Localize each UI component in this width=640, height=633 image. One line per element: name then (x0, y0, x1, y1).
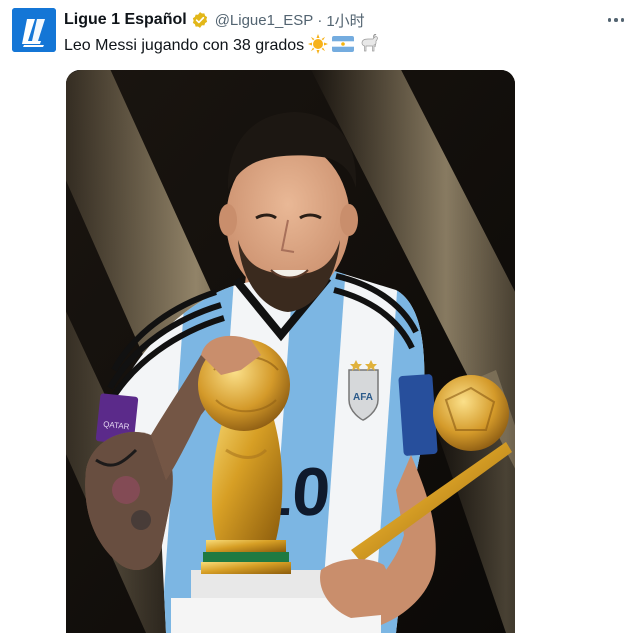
handle[interactable]: @Ligue1_ESP (215, 12, 314, 29)
argentina-flag-emoji-icon (332, 35, 355, 57)
tweet-header: Ligue 1 Español @Ligue1_ESP · 1小时 (64, 8, 365, 32)
sun-emoji-icon (308, 33, 329, 59)
svg-text:AFA: AFA (353, 392, 373, 403)
verified-gold-badge-icon (191, 11, 209, 29)
tweet-photo[interactable]: AFA QATAR 10 (66, 70, 515, 633)
messi-trophy-photo: AFA QATAR 10 (66, 70, 515, 633)
more-dot (620, 18, 625, 22)
avatar[interactable] (12, 8, 56, 52)
display-name[interactable]: Ligue 1 Español (64, 11, 187, 29)
tweet-text-row: Leo Messi jugando con 38 grados (64, 33, 380, 59)
tweet-text: Leo Messi jugando con 38 grados (64, 37, 305, 54)
goat-emoji-icon (358, 33, 380, 59)
more-button[interactable] (604, 8, 628, 32)
more-dot (614, 18, 618, 22)
more-dots-icon (607, 18, 612, 22)
separator: · (317, 11, 323, 29)
tweet-card: Ligue 1 Español @Ligue1_ESP · 1小时 Leo Me… (0, 0, 640, 633)
ligue1-logo-icon (12, 8, 56, 52)
timestamp[interactable]: 1小时 (326, 10, 364, 31)
